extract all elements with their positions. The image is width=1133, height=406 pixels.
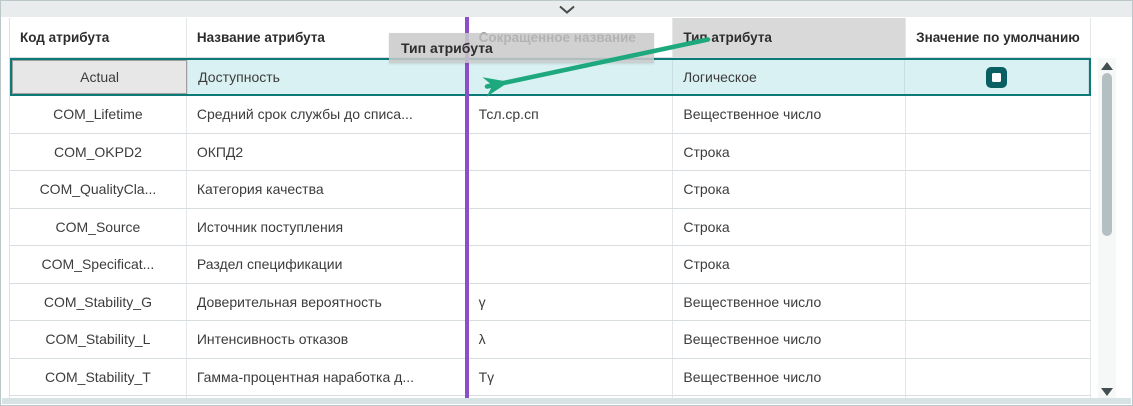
cell-short[interactable]: Тγ <box>469 358 674 395</box>
cell-code[interactable]: COM_Source <box>10 208 187 245</box>
cell-code[interactable]: COM_OKPD2 <box>10 133 187 170</box>
cell-default[interactable] <box>906 96 1091 133</box>
boolean-checkbox-icon <box>985 66 1007 88</box>
cell-default[interactable] <box>905 60 1089 94</box>
cell-default[interactable] <box>906 246 1091 283</box>
cell-type[interactable]: Логическое <box>673 60 905 94</box>
cell-type[interactable]: Строка <box>673 246 907 283</box>
cell-name[interactable]: Доступность <box>188 60 469 94</box>
cell-code[interactable]: COM_Stability_G <box>10 283 187 320</box>
cell-name[interactable]: ОКПД2 <box>187 133 469 170</box>
cell-short[interactable] <box>469 171 674 208</box>
column-header-type[interactable]: Тип атрибута <box>673 18 907 57</box>
table-row[interactable]: COM_Stability_L Интенсивность отказов λ Вещ… <box>10 321 1091 359</box>
drag-ghost-label: Тип атрибута <box>401 40 493 56</box>
table-row[interactable]: COM_Specificat... Раздел спецификации Стро… <box>10 246 1091 284</box>
cell-short[interactable]: γ <box>469 283 674 320</box>
cell-default[interactable] <box>906 321 1091 358</box>
cell-short[interactable]: λ <box>469 321 674 358</box>
scroll-up-arrow-icon[interactable] <box>1101 62 1113 70</box>
table-row[interactable]: COM_Stability_T Гамма-процентная наработк… <box>10 358 1091 396</box>
attributes-table: Код атрибутаНазвание атрибутаСокращенное… <box>9 18 1091 401</box>
cell-type[interactable]: Строка <box>673 133 907 170</box>
cell-default[interactable] <box>906 133 1091 170</box>
cell-short[interactable] <box>469 60 673 94</box>
column-header-code[interactable]: Код атрибута <box>10 18 187 57</box>
cell-short[interactable] <box>469 133 674 170</box>
vertical-scrollbar[interactable] <box>1098 58 1116 401</box>
cell-name[interactable]: Источник поступления <box>187 208 469 245</box>
cell-default[interactable] <box>906 208 1091 245</box>
table-row[interactable]: COM_QualityCla... Категория качества Строк… <box>10 171 1091 209</box>
table-row[interactable]: COM_Lifetime Средний срок службы до списа… <box>10 96 1091 134</box>
boolean-checkbox-inner-square <box>991 72 1001 82</box>
cell-short[interactable] <box>469 208 674 245</box>
cell-type[interactable]: Вещественное число <box>673 283 907 320</box>
cell-name[interactable]: Категория качества <box>187 171 469 208</box>
cell-type[interactable]: Строка <box>673 171 907 208</box>
column-header-default[interactable]: Значение по умолчанию <box>906 18 1091 57</box>
cell-name[interactable]: Интенсивность отказов <box>187 321 469 358</box>
cell-default[interactable] <box>906 283 1091 320</box>
scroll-down-arrow-icon[interactable] <box>1101 388 1113 396</box>
table-row[interactable]: COM_Source Источник поступления Строка <box>10 208 1091 246</box>
cell-type[interactable]: Строка <box>673 208 907 245</box>
column-drop-indicator <box>465 17 469 401</box>
cell-type[interactable]: Вещественное число <box>673 96 907 133</box>
cell-default[interactable] <box>906 171 1091 208</box>
cell-code[interactable]: COM_Lifetime <box>10 96 187 133</box>
chevron-down-icon[interactable] <box>558 5 576 14</box>
cell-default[interactable] <box>906 358 1091 395</box>
cell-name[interactable]: Средний срок службы до списа... <box>187 96 469 133</box>
cell-type[interactable]: Вещественное число <box>673 358 907 395</box>
attribute-grid-panel: Код атрибутаНазвание атрибутаСокращенное… <box>0 0 1133 406</box>
cell-code[interactable]: COM_QualityCla... <box>10 171 187 208</box>
cell-name[interactable]: Раздел спецификации <box>187 246 469 283</box>
cell-name[interactable]: Гамма-процентная наработка д... <box>187 358 469 395</box>
table-row[interactable]: COM_OKPD2 ОКПД2 Строка <box>10 133 1091 171</box>
cell-code[interactable]: Actual <box>12 60 189 94</box>
cell-short[interactable]: Тсл.ср.сп <box>469 96 674 133</box>
cell-name[interactable]: Доверительная вероятность <box>187 283 469 320</box>
cell-code[interactable]: COM_Stability_L <box>10 321 187 358</box>
vertical-scrollbar-thumb[interactable] <box>1102 73 1112 236</box>
table-row[interactable]: Actual Доступность Логическое <box>10 58 1091 96</box>
cell-code[interactable]: COM_Specificat... <box>10 246 187 283</box>
horizontal-scrollbar[interactable] <box>2 398 1131 404</box>
cell-code[interactable]: COM_Stability_T <box>10 358 187 395</box>
collapse-handle[interactable] <box>1 1 1132 17</box>
cell-short[interactable] <box>469 246 674 283</box>
table-row[interactable]: COM_Stability_G Доверительная вероятность… <box>10 283 1091 321</box>
table-body: Actual Доступность Логическое COM_Lifetime С… <box>10 58 1091 401</box>
cell-type[interactable]: Вещественное число <box>673 321 907 358</box>
column-drag-ghost: Тип атрибута <box>389 33 654 63</box>
